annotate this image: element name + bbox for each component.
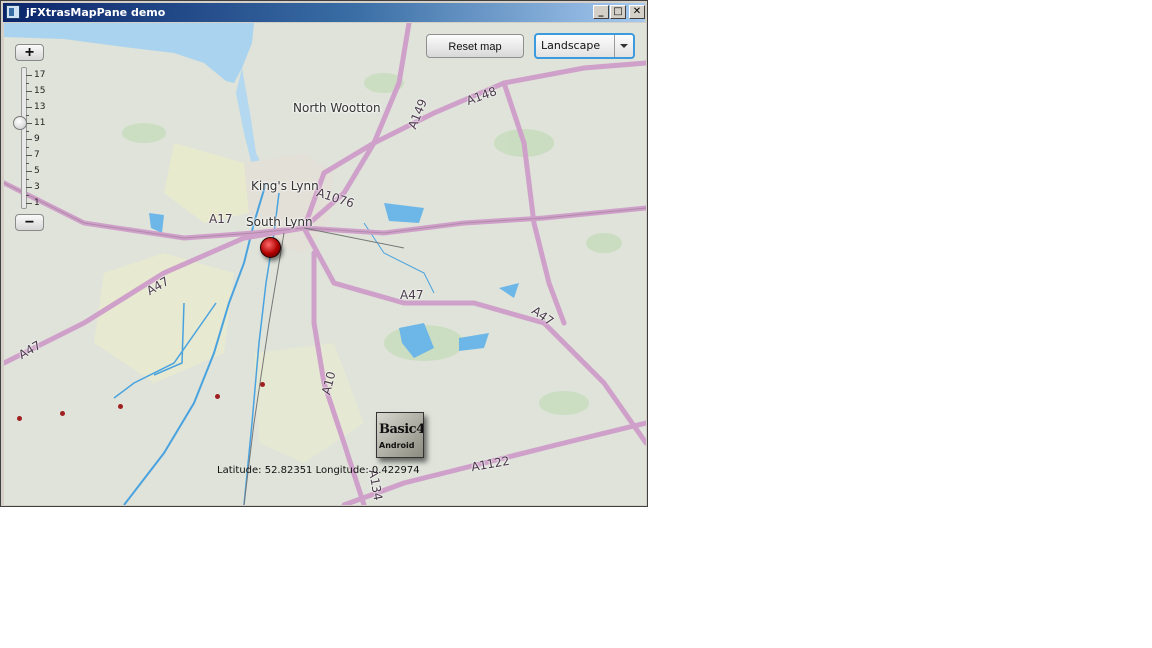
- zoom-minor-tick: [26, 163, 29, 164]
- logo-line-2: Android: [379, 441, 415, 450]
- zoom-tick-label: 5: [34, 166, 40, 176]
- map-type-selected: Landscape: [541, 39, 601, 52]
- maximize-button[interactable]: □: [610, 5, 626, 19]
- coordinates-readout: Latitude: 52.82351 Longitude: 0.422974: [217, 465, 420, 476]
- map-point[interactable]: [260, 382, 265, 387]
- zoom-in-button[interactable]: +: [15, 44, 44, 61]
- map-point[interactable]: [118, 404, 123, 409]
- zoom-tick: [26, 171, 32, 172]
- location-marker[interactable]: [260, 237, 281, 258]
- place-label-south-lynn: South Lynn: [246, 215, 313, 229]
- basic4android-logo[interactable]: Basic4 Android: [376, 412, 424, 458]
- zoom-tick: [26, 91, 32, 92]
- zoom-minor-tick: [26, 147, 29, 148]
- zoom-slider-thumb[interactable]: [13, 116, 27, 130]
- app-icon[interactable]: [6, 5, 20, 19]
- logo-line-1: Basic4: [379, 422, 424, 437]
- map-point[interactable]: [60, 411, 65, 416]
- zoom-tick: [26, 139, 32, 140]
- zoom-out-button[interactable]: −: [15, 214, 44, 231]
- zoom-tick-label: 11: [34, 118, 46, 128]
- road-label-a47: A47: [400, 288, 424, 302]
- title-bar[interactable]: jFXtrasMapPane demo _ □ ✕: [3, 3, 645, 22]
- zoom-tick: [26, 187, 32, 188]
- zoom-minor-tick: [26, 131, 29, 132]
- zoom-tick-label: 7: [34, 150, 40, 160]
- zoom-tick-label: 17: [34, 70, 46, 80]
- place-label-kings-lynn: King's Lynn: [251, 179, 319, 193]
- chevron-down-icon[interactable]: [614, 35, 633, 57]
- zoom-tick-label: 13: [34, 102, 46, 112]
- zoom-tick-label: 9: [34, 134, 40, 144]
- map-tiles: [4, 23, 646, 505]
- zoom-tick: [26, 203, 32, 204]
- map-type-select[interactable]: Landscape: [534, 33, 635, 59]
- map-point[interactable]: [215, 394, 220, 399]
- zoom-minor-tick: [26, 83, 29, 84]
- road-label-a17: A17: [209, 212, 233, 226]
- reset-map-button[interactable]: Reset map: [426, 34, 524, 58]
- zoom-minor-tick: [26, 179, 29, 180]
- close-button[interactable]: ✕: [629, 5, 645, 19]
- zoom-minor-tick: [26, 99, 29, 100]
- zoom-tick-label: 3: [34, 182, 40, 192]
- map-pane[interactable]: North Wootton King's Lynn South Lynn A14…: [4, 23, 646, 505]
- zoom-tick: [26, 155, 32, 156]
- minimize-button[interactable]: _: [593, 5, 609, 19]
- zoom-minor-tick: [26, 195, 29, 196]
- zoom-tick: [26, 75, 32, 76]
- zoom-minor-tick: [26, 115, 29, 116]
- app-window: jFXtrasMapPane demo _ □ ✕ North Wootton …: [0, 0, 648, 507]
- map-point[interactable]: [17, 416, 22, 421]
- zoom-tick-label: 1: [34, 198, 40, 208]
- place-label-north-wootton: North Wootton: [293, 101, 381, 115]
- zoom-tick: [26, 107, 32, 108]
- window-title: jFXtrasMapPane demo: [26, 6, 166, 19]
- zoom-tick-label: 15: [34, 86, 46, 96]
